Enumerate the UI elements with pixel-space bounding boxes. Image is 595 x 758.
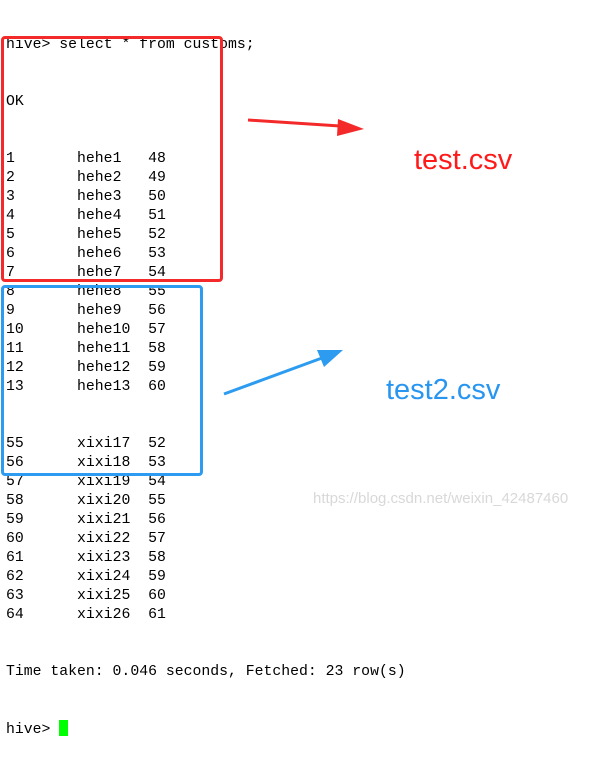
red-arrow-icon: [247, 118, 364, 136]
blue-arrow-icon: [223, 350, 343, 396]
label-test2-csv: test2.csv: [386, 374, 501, 406]
name-cell: xixi24: [77, 569, 131, 585]
result-row: 64 xixi26 61: [6, 606, 406, 625]
cursor: [59, 720, 69, 736]
input-line[interactable]: hive>: [6, 720, 406, 739]
result-row: 60 xixi22 57: [6, 530, 406, 549]
arrows: [223, 118, 364, 396]
prompt: hive>: [6, 722, 51, 738]
result-row: 61 xixi23 58: [6, 549, 406, 568]
id-cell: 60: [6, 531, 24, 547]
result-row: 63 xixi25 60: [6, 587, 406, 606]
name-cell: xixi26: [77, 607, 131, 623]
value-cell: 58: [148, 550, 166, 566]
name-cell: xixi23: [77, 550, 131, 566]
id-cell: 61: [6, 550, 24, 566]
id-cell: 64: [6, 607, 24, 623]
name-cell: xixi25: [77, 588, 131, 604]
id-cell: 63: [6, 588, 24, 604]
value-cell: 57: [148, 531, 166, 547]
watermark: https://blog.csdn.net/weixin_42487460: [313, 490, 569, 507]
value-cell: 61: [148, 607, 166, 623]
name-cell: xixi22: [77, 531, 131, 547]
summary-line: Time taken: 0.046 seconds, Fetched: 23 r…: [6, 664, 406, 680]
result-row: 62 xixi24 59: [6, 568, 406, 587]
label-test-csv: test.csv: [414, 144, 513, 176]
value-cell: 60: [148, 588, 166, 604]
value-cell: 59: [148, 569, 166, 585]
id-cell: 62: [6, 569, 24, 585]
